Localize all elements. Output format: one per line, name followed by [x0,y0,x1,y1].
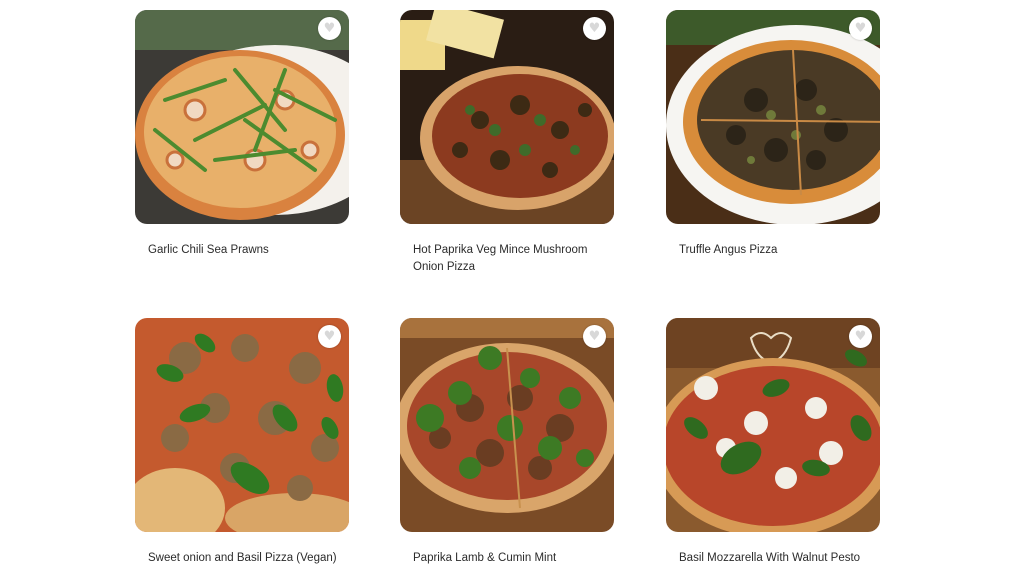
menu-item-card[interactable]: ♥ Basil Mozzarella With Walnut Pesto [666,318,880,567]
menu-item-title[interactable]: Garlic Chili Sea Prawns [148,242,338,259]
heart-icon: ♥ [323,21,336,36]
menu-item-card[interactable]: ♥ Paprika Lamb & Cumin Mint [400,318,614,567]
favorite-button[interactable]: ♥ [583,325,606,348]
menu-item-title[interactable]: Paprika Lamb & Cumin Mint [413,550,603,567]
menu-item-card[interactable]: ♥ Garlic Chili Sea Prawns [135,10,349,259]
pizza-lamb-mint-image[interactable]: ♥ [400,318,614,532]
heart-icon: ♥ [588,329,601,344]
menu-item-title[interactable]: Truffle Angus Pizza [679,242,869,259]
heart-icon: ♥ [854,21,867,36]
menu-item-card[interactable]: ♥ Hot Paprika Veg Mince Mushroom Onion P… [400,10,614,276]
pizza-basil-onion-image[interactable]: ♥ [135,318,349,532]
heart-icon: ♥ [323,329,336,344]
menu-item-title[interactable]: Sweet onion and Basil Pizza (Vegan) [148,550,338,567]
favorite-button[interactable]: ♥ [583,17,606,40]
heart-icon: ♥ [588,21,601,36]
favorite-button[interactable]: ♥ [849,325,872,348]
pizza-mozzarella-basil-image[interactable]: ♥ [666,318,880,532]
pizza-seafood-arugula-image[interactable]: ♥ [135,10,349,224]
pizza-truffle-angus-image[interactable]: ♥ [666,10,880,224]
menu-item-card[interactable]: ♥ Sweet onion and Basil Pizza (Vegan) [135,318,349,567]
pizza-veg-mince-image[interactable]: ♥ [400,10,614,224]
menu-item-card[interactable]: ♥ Truffle Angus Pizza [666,10,880,259]
heart-icon: ♥ [854,329,867,344]
favorite-button[interactable]: ♥ [318,17,341,40]
menu-grid: ♥ Garlic Chili Sea Prawns ♥ Hot Paprika … [0,0,1024,576]
favorite-button[interactable]: ♥ [849,17,872,40]
favorite-button[interactable]: ♥ [318,325,341,348]
menu-item-title[interactable]: Hot Paprika Veg Mince Mushroom Onion Piz… [413,242,603,276]
menu-item-title[interactable]: Basil Mozzarella With Walnut Pesto [679,550,869,567]
